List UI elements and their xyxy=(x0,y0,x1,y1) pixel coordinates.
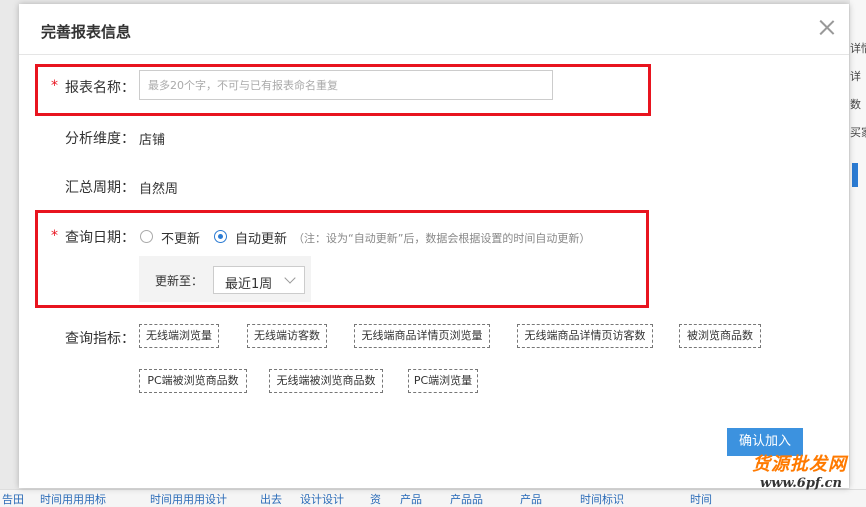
metric-tag[interactable]: 无线端访客数 xyxy=(247,324,327,348)
dimension-value: 店铺 xyxy=(139,133,166,148)
metric-tag[interactable]: PC端被浏览商品数 xyxy=(139,369,247,393)
report-name-input[interactable] xyxy=(139,70,553,100)
report-name-label: 报表名称： xyxy=(65,80,135,96)
radio-auto-update-label[interactable]: 自动更新 xyxy=(235,228,287,247)
metric-tag[interactable]: 无线端商品详情页访客数 xyxy=(517,324,653,348)
highlight-box-query-date xyxy=(35,210,649,308)
dialog-header: 完善报表信息 xyxy=(19,4,849,55)
watermark-text: 货源批发网 xyxy=(752,454,847,475)
background-button xyxy=(852,163,858,187)
radio-no-update-label[interactable]: 不更新 xyxy=(161,228,200,247)
update-to-value: 最近1周 xyxy=(225,277,273,292)
auto-update-note: （注：设为“自动更新”后，数据会根据设置的时间自动更新） xyxy=(293,232,591,245)
radio-auto-update[interactable] xyxy=(214,230,227,243)
metric-tag[interactable]: 被浏览商品数 xyxy=(679,324,761,348)
metric-tag[interactable]: 无线端浏览量 xyxy=(139,324,219,348)
watermark-url: www.6pf.cn xyxy=(760,476,842,491)
period-label: 汇总周期： xyxy=(65,180,135,196)
report-info-dialog: 完善报表信息 * 报表名称： 分析维度： 店铺 汇总周期： 自然周 * 查询日期… xyxy=(19,4,849,488)
metric-tag[interactable]: 无线端商品详情页浏览量 xyxy=(354,324,490,348)
background-text: 买家 xyxy=(850,126,866,139)
background-text: 数 xyxy=(850,98,861,111)
period-value: 自然周 xyxy=(139,182,179,197)
metric-tag[interactable]: PC端浏览量 xyxy=(408,369,478,393)
metrics-label: 查询指标： xyxy=(65,331,135,347)
update-to-label: 更新至： xyxy=(155,274,204,288)
dialog-title: 完善报表信息 xyxy=(41,23,132,41)
background-text: 详 xyxy=(850,70,861,83)
required-mark: * xyxy=(51,228,58,244)
query-date-label: 查询日期： xyxy=(65,230,135,246)
required-mark: * xyxy=(51,78,58,94)
update-to-select[interactable]: 最近1周 xyxy=(213,266,305,294)
dimension-label: 分析维度： xyxy=(65,131,135,147)
close-icon[interactable] xyxy=(819,19,835,35)
background-bottom-bar: 告田 时间用用用标 时间用用用设计 出去 设计设计 资 产品 产品品 产品 时间… xyxy=(0,489,866,506)
background-text: 详情 xyxy=(850,42,866,55)
metric-tag[interactable]: 无线端被浏览商品数 xyxy=(269,369,383,393)
chevron-down-icon xyxy=(284,272,296,284)
radio-no-update[interactable] xyxy=(140,230,153,243)
